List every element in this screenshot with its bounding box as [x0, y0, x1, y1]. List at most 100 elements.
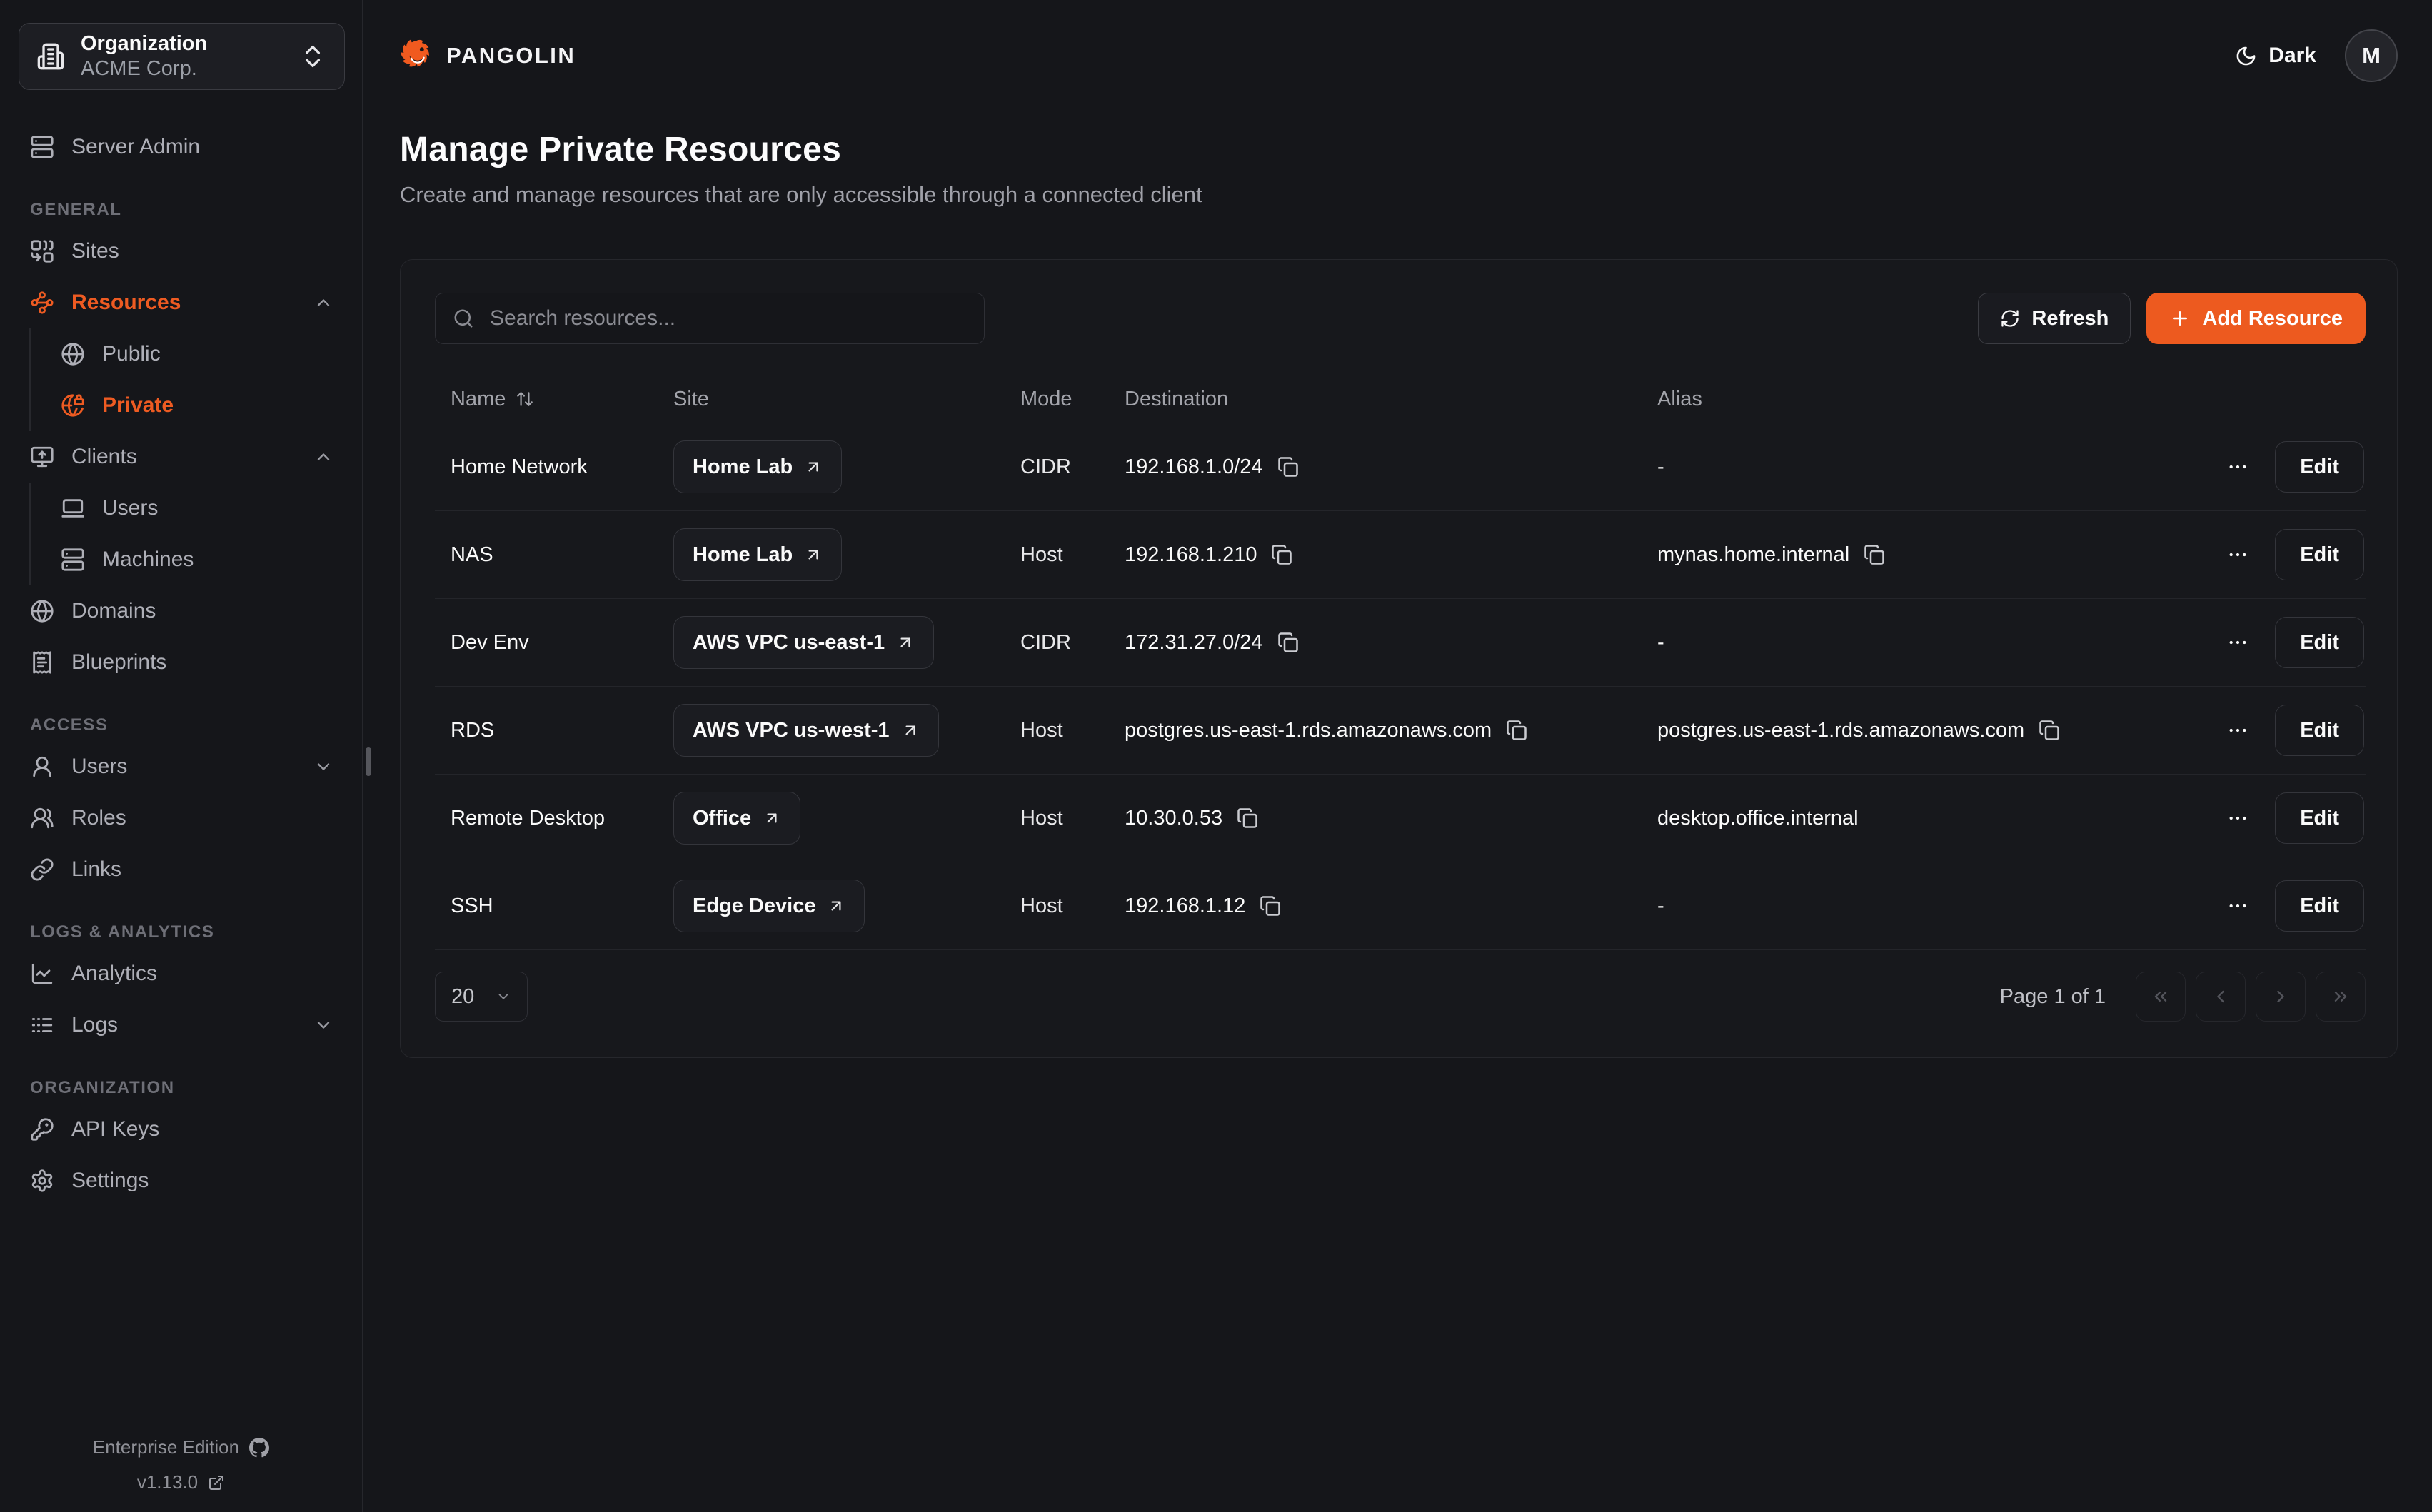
- table-row: SSHEdge DeviceHost192.168.1.12-Edit: [435, 862, 2366, 950]
- edit-button[interactable]: Edit: [2275, 705, 2364, 756]
- edit-button[interactable]: Edit: [2275, 617, 2364, 668]
- table-header: Name Site Mode Destination Alias: [435, 376, 2366, 423]
- theme-label: Dark: [2268, 44, 2316, 68]
- table-body: Home NetworkHome LabCIDR192.168.1.0/24-E…: [435, 423, 2366, 950]
- sidebar-item-label: Clients: [71, 445, 137, 469]
- copy-icon[interactable]: [1277, 456, 1299, 478]
- copy-icon[interactable]: [1277, 632, 1299, 653]
- site-link-button[interactable]: AWS VPC us-east-1: [673, 616, 934, 669]
- first-page-button[interactable]: [2136, 972, 2186, 1022]
- server-icon: [30, 135, 54, 159]
- sidebar-item-label: Public: [102, 342, 161, 366]
- last-page-button[interactable]: [2316, 972, 2366, 1022]
- sidebar-item-blueprints[interactable]: Blueprints: [19, 637, 345, 688]
- sidebar-item-label: Private: [102, 393, 174, 418]
- moon-icon: [2235, 45, 2257, 67]
- sidebar-item-resources-public[interactable]: Public: [49, 328, 345, 380]
- copy-icon[interactable]: [1271, 544, 1292, 565]
- sidebar-item-label: Analytics: [71, 962, 157, 986]
- copy-icon[interactable]: [1864, 544, 1885, 565]
- topbar: PANGOLIN Dark M: [400, 29, 2398, 83]
- edit-button[interactable]: Edit: [2275, 792, 2364, 844]
- sidebar-scrollbar-thumb[interactable]: [366, 747, 371, 776]
- copy-icon[interactable]: [1237, 807, 1258, 829]
- sidebar-item-api-keys[interactable]: API Keys: [19, 1104, 345, 1155]
- sidebar-item-roles[interactable]: Roles: [19, 792, 345, 844]
- site-link-button[interactable]: Home Lab: [673, 528, 842, 581]
- site-link-button[interactable]: Edge Device: [673, 880, 865, 932]
- sidebar-item-logs[interactable]: Logs: [19, 999, 345, 1051]
- column-header-mode: Mode: [1020, 388, 1125, 411]
- sort-icon[interactable]: [516, 390, 534, 408]
- copy-icon[interactable]: [2039, 720, 2060, 741]
- sidebar-item-label: API Keys: [71, 1117, 159, 1141]
- column-header-alias: Alias: [1657, 388, 2161, 411]
- avatar[interactable]: M: [2345, 29, 2398, 82]
- edit-button[interactable]: Edit: [2275, 880, 2364, 932]
- sidebar-item-analytics[interactable]: Analytics: [19, 948, 345, 999]
- search-input[interactable]: [488, 306, 967, 331]
- sidebar-section-label: ORGANIZATION: [19, 1078, 345, 1098]
- org-selector[interactable]: Organization ACME Corp.: [19, 23, 345, 90]
- chart-line-icon: [30, 962, 54, 986]
- resources-card: Refresh Add Resource Name Site Mode Dest…: [400, 259, 2398, 1058]
- sidebar-item-label: Users: [71, 755, 127, 779]
- sidebar-item-sites[interactable]: Sites: [19, 226, 345, 277]
- github-icon: [249, 1438, 269, 1458]
- chevron-up-icon: [313, 447, 333, 467]
- chevron-up-icon: [313, 293, 333, 313]
- sidebar-item-clients-users[interactable]: Users: [49, 483, 345, 534]
- sidebar-item-resources[interactable]: Resources: [19, 277, 345, 328]
- row-menu-button[interactable]: [2226, 455, 2249, 478]
- site-link-button[interactable]: Home Lab: [673, 440, 842, 493]
- column-header-name[interactable]: Name: [451, 388, 673, 411]
- chevron-left-icon: [2211, 987, 2231, 1007]
- copy-icon[interactable]: [1506, 720, 1527, 741]
- site-link-button[interactable]: Office: [673, 792, 800, 845]
- edit-button[interactable]: Edit: [2275, 441, 2364, 493]
- page-info: Page 1 of 1: [2000, 985, 2106, 1009]
- prev-page-button[interactable]: [2196, 972, 2246, 1022]
- org-selector-label: Organization: [81, 34, 207, 54]
- sidebar-section-label: LOGS & ANALYTICS: [19, 922, 345, 942]
- sidebar-item-users[interactable]: Users: [19, 741, 345, 792]
- site-link-button[interactable]: AWS VPC us-west-1: [673, 704, 939, 757]
- row-menu-button[interactable]: [2226, 631, 2249, 654]
- page-size-select[interactable]: 20: [435, 972, 528, 1022]
- sidebar-item-label: Resources: [71, 291, 181, 315]
- alias-value: mynas.home.internal: [1657, 543, 1849, 567]
- resource-name: NAS: [451, 543, 673, 567]
- row-menu-button[interactable]: [2226, 543, 2249, 566]
- sidebar-item-domains[interactable]: Domains: [19, 585, 345, 637]
- sidebar-item-links[interactable]: Links: [19, 844, 345, 895]
- row-menu-button[interactable]: [2226, 894, 2249, 917]
- resource-name: SSH: [451, 894, 673, 918]
- version-link[interactable]: v1.13.0: [0, 1471, 362, 1493]
- edit-button[interactable]: Edit: [2275, 529, 2364, 580]
- theme-toggle[interactable]: Dark: [2235, 44, 2316, 68]
- copy-icon[interactable]: [1260, 895, 1281, 917]
- sidebar-item-resources-private[interactable]: Private: [49, 380, 345, 431]
- destination-value: 172.31.27.0/24: [1125, 631, 1263, 655]
- columns-visibility-button[interactable]: [2340, 388, 2361, 410]
- search-icon: [453, 308, 474, 329]
- resources-table: Name Site Mode Destination Alias Home Ne…: [435, 376, 2366, 950]
- row-menu-button[interactable]: [2226, 807, 2249, 830]
- sidebar-item-clients[interactable]: Clients: [19, 431, 345, 483]
- sidebar-subnav: Public Private: [29, 328, 345, 431]
- sidebar-item-settings[interactable]: Settings: [19, 1155, 345, 1206]
- sidebar-item-server-admin[interactable]: Server Admin: [19, 121, 345, 173]
- row-menu-button[interactable]: [2226, 719, 2249, 742]
- chevrons-up-down-icon: [298, 42, 327, 71]
- logs-icon: [30, 1013, 54, 1037]
- sidebar-item-label: Server Admin: [71, 135, 200, 159]
- next-page-button[interactable]: [2256, 972, 2306, 1022]
- table-row: Home NetworkHome LabCIDR192.168.1.0/24-E…: [435, 423, 2366, 510]
- chevron-down-icon: [313, 757, 333, 777]
- add-resource-button[interactable]: Add Resource: [2146, 293, 2366, 344]
- sidebar-item-clients-machines[interactable]: Machines: [49, 534, 345, 585]
- resource-name: Dev Env: [451, 631, 673, 655]
- refresh-button[interactable]: Refresh: [1978, 293, 2131, 344]
- key-icon: [30, 1117, 54, 1141]
- edition-link[interactable]: Enterprise Edition: [0, 1436, 362, 1458]
